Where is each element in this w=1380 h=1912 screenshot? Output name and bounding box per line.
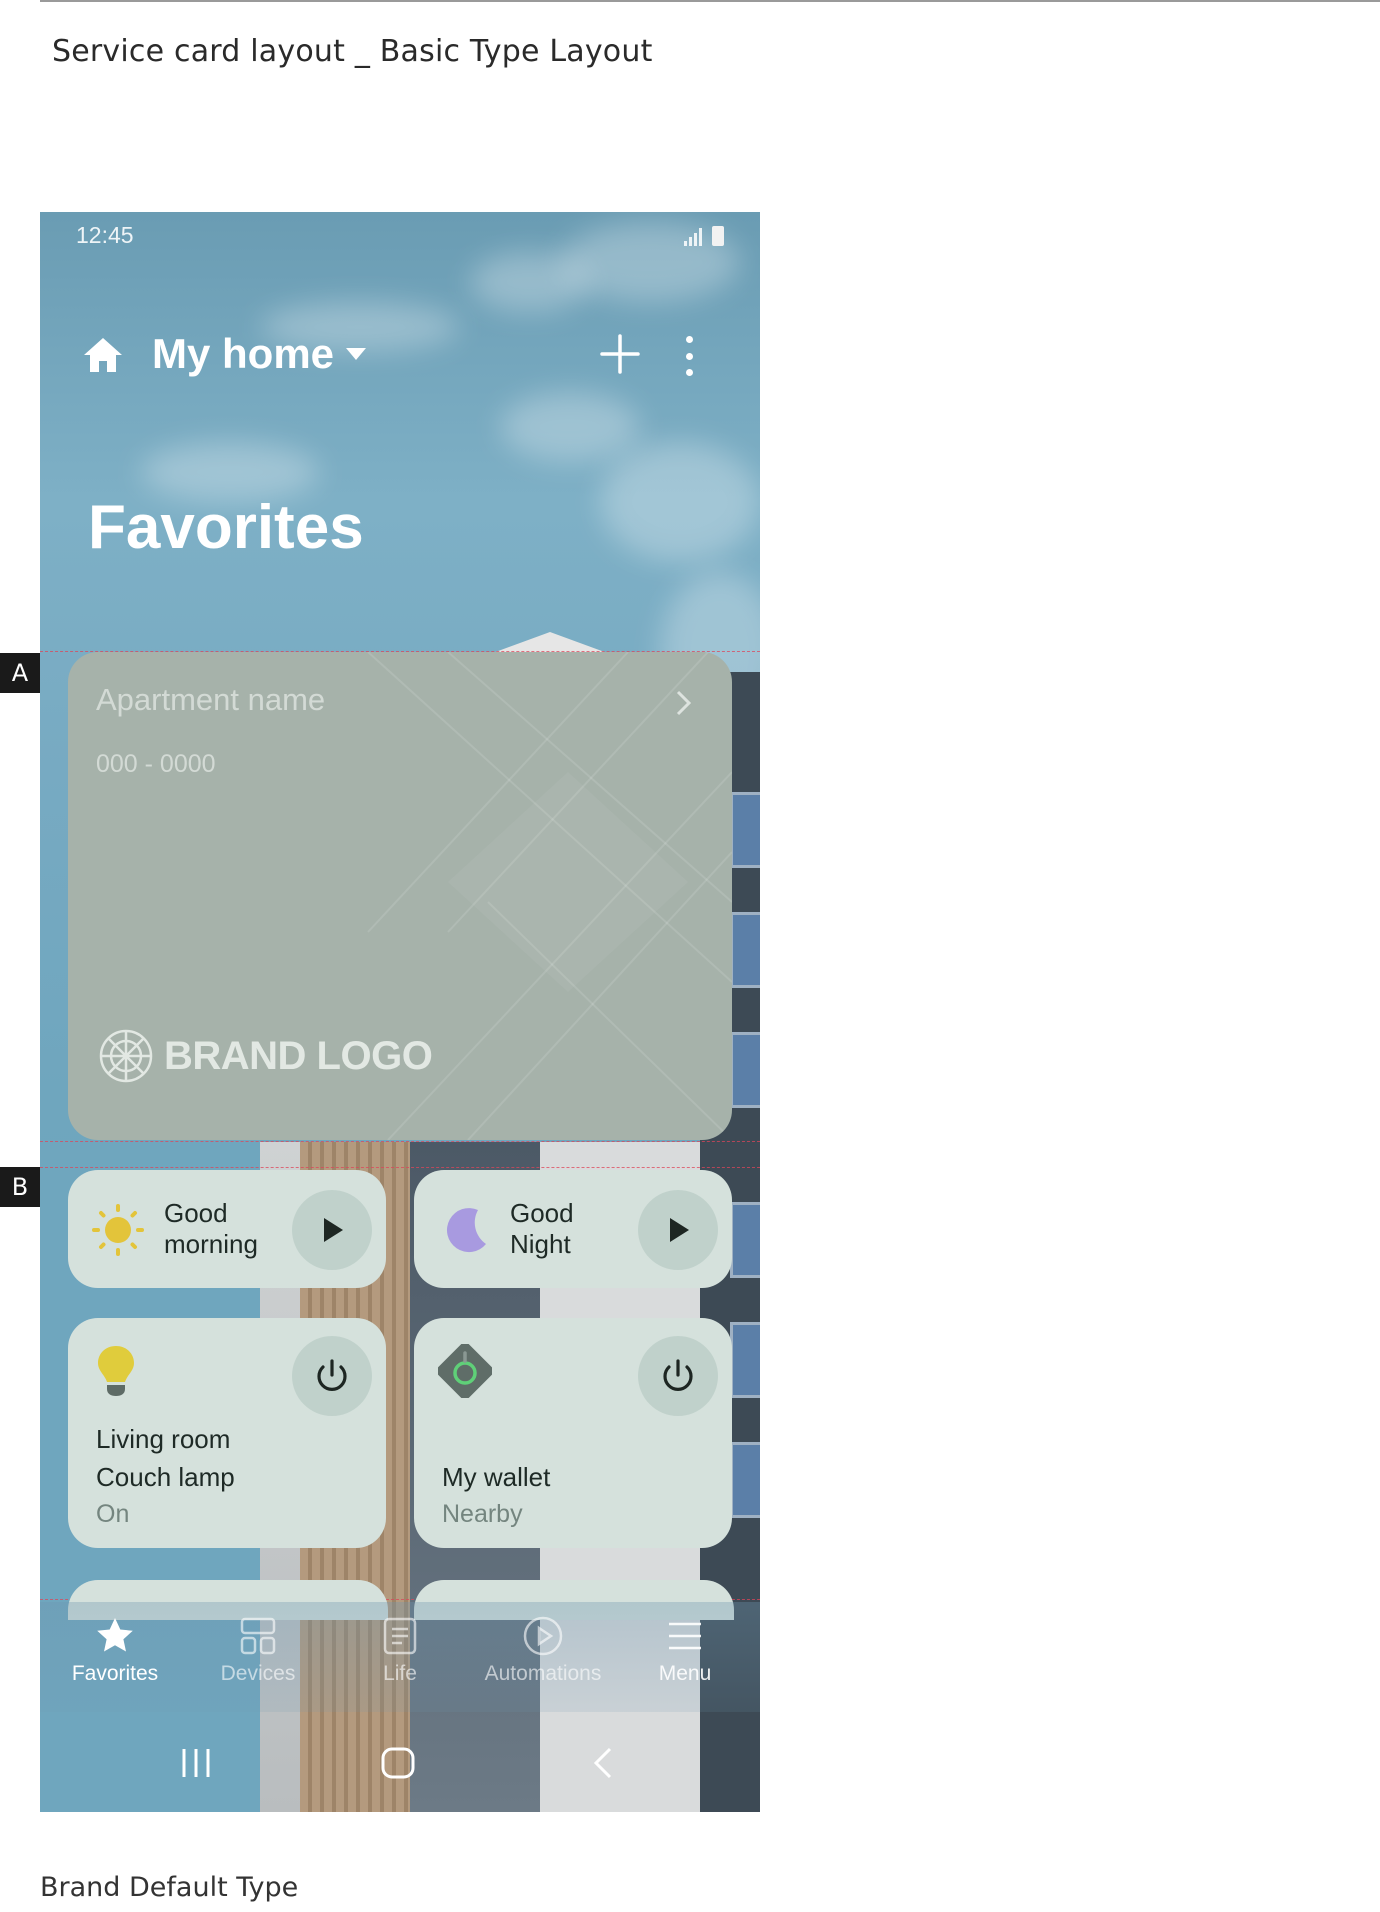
- apartment-number: 000 - 0000: [96, 750, 216, 778]
- menu-icon: [663, 1614, 707, 1658]
- scene-label: Good Night: [510, 1198, 574, 1259]
- brand-logo: BRAND LOGO: [98, 1028, 433, 1084]
- more-options-icon[interactable]: [684, 336, 694, 376]
- brand-logo-text: BRAND LOGO: [164, 1033, 433, 1078]
- building-window: [730, 1442, 760, 1518]
- back-icon[interactable]: [586, 1746, 622, 1785]
- battery-icon: [712, 226, 724, 246]
- page-title: Favorites: [88, 493, 364, 562]
- scene-card-good-morning[interactable]: Good morning: [68, 1170, 386, 1288]
- bulb-icon: [96, 1344, 136, 1403]
- nav-label: Life: [383, 1662, 417, 1685]
- moon-icon: [438, 1204, 490, 1261]
- cloud: [500, 392, 640, 462]
- nav-item-menu[interactable]: Menu: [615, 1614, 755, 1686]
- nav-item-life[interactable]: Life: [330, 1614, 470, 1686]
- top-divider: [40, 0, 1380, 2]
- building-window: [730, 1322, 760, 1398]
- chevron-right-icon[interactable]: [670, 690, 696, 716]
- power-button[interactable]: [292, 1336, 372, 1416]
- power-icon: [317, 1359, 347, 1391]
- device-name: My wallet: [442, 1462, 551, 1492]
- guide-line: [40, 1167, 760, 1168]
- play-circle-icon: [521, 1614, 565, 1658]
- scene-card-good-night[interactable]: Good Night: [414, 1170, 732, 1288]
- home-button-icon[interactable]: [380, 1746, 416, 1785]
- play-icon: [324, 1218, 343, 1242]
- power-icon: [663, 1359, 693, 1391]
- cloud: [600, 442, 760, 562]
- device-name: Living room Couch lamp: [96, 1424, 235, 1492]
- play-button[interactable]: [638, 1190, 718, 1270]
- play-button[interactable]: [292, 1190, 372, 1270]
- nav-label: Devices: [220, 1662, 296, 1685]
- add-icon[interactable]: [600, 334, 640, 374]
- tag-icon: [436, 1342, 494, 1403]
- device-status: On: [96, 1500, 130, 1528]
- nav-item-automations[interactable]: Automations: [473, 1614, 613, 1686]
- building-window: [730, 1202, 760, 1278]
- nav-item-favorites[interactable]: Favorites: [45, 1614, 185, 1686]
- brand-emblem-icon: [99, 1029, 153, 1083]
- play-icon: [670, 1218, 689, 1242]
- device-card-my-wallet[interactable]: My wallet Nearby: [414, 1318, 732, 1548]
- guide-marker-b: B: [0, 1167, 40, 1207]
- star-icon: [93, 1614, 137, 1658]
- nav-label: Favorites: [71, 1662, 159, 1685]
- apartment-name: Apartment name: [96, 682, 326, 717]
- life-icon: [378, 1614, 422, 1658]
- building-window: [730, 912, 760, 988]
- system-navigation-bar: [40, 1714, 760, 1812]
- device-card-couch-lamp[interactable]: Living room Couch lamp On: [68, 1318, 386, 1548]
- power-button[interactable]: [638, 1336, 718, 1416]
- chevron-down-icon[interactable]: [346, 348, 366, 360]
- nav-item-devices[interactable]: Devices: [188, 1614, 328, 1686]
- building-window: [730, 1032, 760, 1108]
- nav-label: Menu: [658, 1662, 712, 1685]
- guide-marker-a: A: [0, 653, 40, 693]
- recents-icon[interactable]: [178, 1746, 214, 1785]
- bottom-navigation: Favorites Devices Life Automations Menu: [40, 1602, 760, 1712]
- document-title: Service card layout _ Basic Type Layout: [52, 34, 653, 69]
- guide-line: [40, 1141, 760, 1142]
- cloud: [470, 252, 590, 312]
- caption: Brand Default Type: [40, 1872, 299, 1903]
- nav-label: Automations: [484, 1662, 602, 1685]
- signal-icon: [684, 228, 704, 246]
- scene-label: Good morning: [164, 1198, 258, 1259]
- status-time: 12:45: [76, 222, 134, 248]
- device-status: Nearby: [442, 1500, 523, 1528]
- phone-screen: 12:45 My home Favorites Apartment name 0…: [40, 212, 760, 1812]
- sun-icon: [92, 1204, 144, 1261]
- status-icons: [684, 226, 724, 246]
- devices-icon: [236, 1614, 280, 1658]
- home-selector[interactable]: My home: [152, 330, 334, 378]
- home-icon[interactable]: [82, 334, 124, 376]
- building-window: [730, 792, 760, 868]
- service-card[interactable]: Apartment name 000 - 0000 BRAND LOGO: [68, 652, 732, 1140]
